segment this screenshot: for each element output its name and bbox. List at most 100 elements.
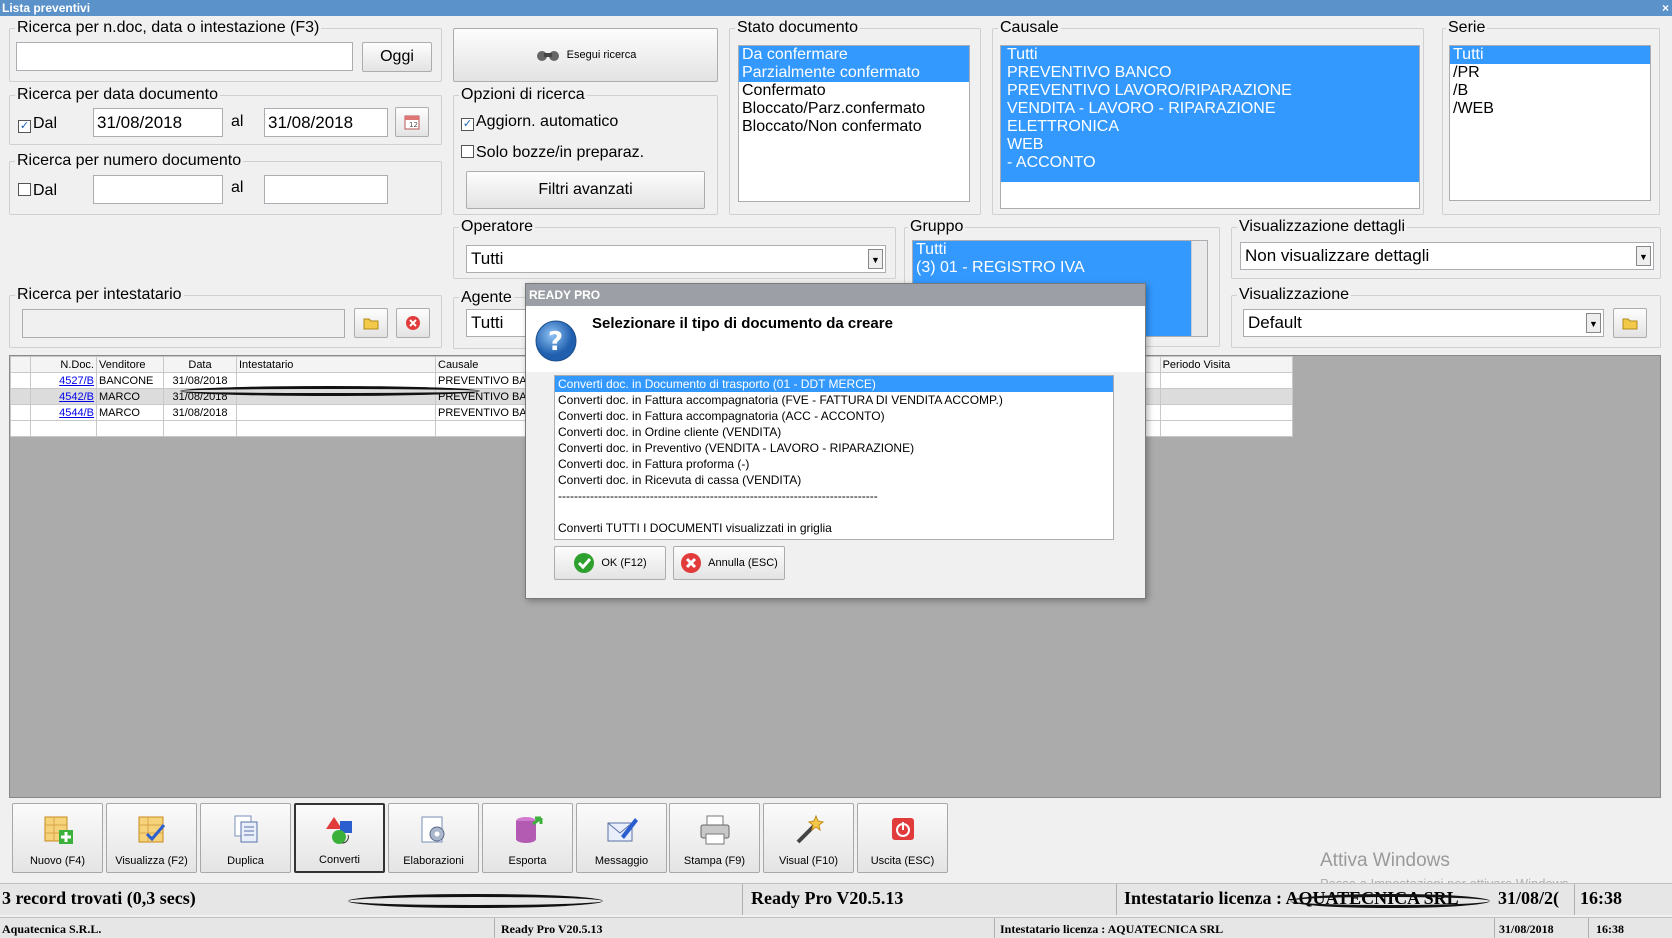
stato-item[interactable]: Confermato (739, 82, 969, 100)
grid-header[interactable]: Venditore (96, 356, 164, 373)
converti-button[interactable]: Converti (294, 803, 385, 873)
dettagli-select[interactable]: Non visualizzare dettagli ▼ (1240, 242, 1654, 270)
operatore-select[interactable]: Tutti ▼ (466, 245, 886, 273)
gruppo-item[interactable]: (3) 01 - REGISTRO IVA (913, 259, 1207, 277)
dialog-question: Selezionare il tipo di documento da crea… (592, 315, 893, 332)
aggiorn-checkbox[interactable]: ✓ Aggiorn. automatico (461, 113, 618, 131)
clear-x-icon (406, 316, 420, 330)
filtri-avanzati-button[interactable]: Filtri avanzati (466, 171, 705, 209)
redaction-scribble (1290, 894, 1490, 908)
stato-item[interactable]: Bloccato/Parz.confermato (739, 100, 969, 118)
date-to-field[interactable]: 31/08/2018 (264, 108, 388, 137)
causale-item[interactable]: - ACCONTO (1004, 154, 1419, 172)
checkbox-checked-icon: ✓ (461, 118, 474, 131)
causale-item[interactable]: ELETTRONICA (1004, 118, 1419, 136)
bozze-label: Solo bozze/in preparaz. (476, 144, 645, 161)
elaborazioni-button[interactable]: Elaborazioni (388, 803, 479, 873)
doc-type-option[interactable]: Converti doc. in Documento di trasporto … (555, 376, 1113, 392)
stampa-label: Stampa (F9) (683, 855, 746, 867)
causale-item[interactable]: WEB (1004, 136, 1419, 154)
doc-type-option[interactable]: Converti doc. in Fattura accompagnatoria… (555, 408, 1113, 424)
doc-type-option[interactable]: Converti doc. in Ordine cliente (VENDITA… (555, 424, 1113, 440)
intest-input[interactable] (22, 309, 345, 338)
stato-label: Stato documento (735, 19, 860, 37)
stato-item[interactable]: Parzialmente confermato (739, 64, 969, 82)
messaggio-button[interactable]: Messaggio (576, 803, 667, 873)
uscita-button[interactable]: Uscita (ESC) (857, 803, 948, 873)
gruppo-scrollbar[interactable] (1191, 241, 1207, 336)
doc-type-option[interactable]: Converti doc. in Fattura accompagnatoria… (555, 392, 1113, 408)
stato-listbox[interactable]: Da confermare Parzialmente confermato Co… (738, 45, 970, 202)
ok-button[interactable]: OK (F12) (554, 546, 666, 580)
serie-item[interactable]: /WEB (1450, 100, 1650, 118)
grid-header[interactable]: Data (163, 356, 237, 373)
visual-select[interactable]: Default ▼ (1243, 309, 1604, 337)
causale-item[interactable]: PREVENTIVO BANCO (1004, 64, 1419, 82)
grid-header[interactable]: Causale (435, 356, 538, 373)
cell-data: 31/08/2018 (163, 372, 237, 389)
calendar-button[interactable]: 12 (395, 107, 429, 137)
exit-power-icon (892, 818, 914, 840)
date-dal-checkbox[interactable]: ✓ Dal (18, 115, 57, 133)
serie-item[interactable]: Tutti (1450, 46, 1650, 64)
date-from-field[interactable]: 31/08/2018 (93, 108, 223, 137)
cell-venditore: MARCO (96, 404, 164, 421)
num-from-field[interactable] (93, 175, 223, 204)
causale-item[interactable]: VENDITA - LAVORO - RIPARAZIONE (1004, 100, 1419, 118)
num-dal-checkbox[interactable]: Dal (18, 182, 57, 200)
agente-value: Tutti (471, 313, 504, 332)
visualizza-button[interactable]: Visualizza (F2) (106, 803, 197, 873)
causale-listbox[interactable]: Tutti PREVENTIVO BANCO PREVENTIVO LAVORO… (1000, 45, 1420, 209)
gruppo-item[interactable]: Tutti (913, 241, 1207, 259)
status-small-version: Ready Pro V20.5.13 (501, 922, 603, 936)
causale-label: Causale (998, 19, 1061, 37)
duplica-button[interactable]: Duplica (200, 803, 291, 873)
doc-link[interactable]: 4544/B (59, 407, 94, 419)
convert-shapes-icon (326, 817, 352, 844)
dialog-title: READY PRO (526, 284, 1145, 306)
serie-listbox[interactable]: Tutti /PR /B /WEB (1449, 45, 1651, 201)
status-separator (994, 918, 995, 938)
grid-header[interactable]: Periodo Visita (1159, 356, 1293, 373)
grid-header[interactable]: N.Doc. (30, 356, 97, 373)
doc-type-option[interactable]: Converti TUTTI I DOCUMENTI visualizzati … (555, 520, 1113, 536)
stato-item[interactable]: Bloccato/Non confermato (739, 118, 969, 136)
close-icon[interactable]: × (1662, 0, 1669, 16)
grid-header[interactable]: Intestatario (236, 356, 436, 373)
new-doc-icon (44, 816, 73, 844)
ndoc-search-input[interactable] (16, 42, 353, 71)
doc-type-option[interactable]: Converti doc. in Fattura proforma (-) (555, 456, 1113, 472)
view-checklist-icon (138, 816, 166, 843)
doc-type-option[interactable]: Converti doc. in Preventivo (VENDITA - L… (555, 440, 1113, 456)
visual-f10-button[interactable]: Visual (F10) (763, 803, 854, 873)
agente-label: Agente (459, 289, 514, 307)
oggi-button[interactable]: Oggi (362, 42, 432, 72)
chevron-down-icon: ▼ (868, 249, 883, 269)
annulla-button[interactable]: Annulla (ESC) (673, 546, 785, 580)
status-separator (1588, 918, 1589, 938)
bozze-checkbox[interactable]: Solo bozze/in preparaz. (461, 144, 644, 162)
grid-corner (10, 356, 31, 373)
serie-item[interactable]: /PR (1450, 64, 1650, 82)
num-to-field[interactable] (264, 175, 388, 204)
esegui-ricerca-button[interactable]: Esegui ricerca (453, 28, 718, 82)
status-small-time: 16:38 (1596, 922, 1624, 936)
intest-browse-button[interactable] (354, 308, 388, 338)
dialog-header: ? Selezionare il tipo di documento da cr… (526, 306, 1145, 372)
doc-link[interactable]: 4527/B (59, 375, 94, 387)
calendar-icon: 12 (404, 115, 420, 130)
doc-type-option[interactable]: Converti doc. in Ricevuta di cassa (VEND… (555, 472, 1113, 488)
causale-item[interactable]: Tutti (1004, 46, 1419, 64)
doc-link[interactable]: 4542/B (59, 391, 94, 403)
nuovo-button[interactable]: Nuovo (F4) (12, 803, 103, 873)
stato-item[interactable]: Da confermare (739, 46, 969, 64)
esporta-button[interactable]: Esporta (482, 803, 573, 873)
window-title: Lista preventivi (2, 1, 91, 15)
redaction-scribble (180, 386, 480, 396)
visual-folder-button[interactable] (1613, 308, 1647, 338)
serie-item[interactable]: /B (1450, 82, 1650, 100)
doc-type-listbox[interactable]: Converti doc. in Documento di trasporto … (554, 375, 1114, 540)
stampa-button[interactable]: Stampa (F9) (669, 803, 760, 873)
causale-item[interactable]: PREVENTIVO LAVORO/RIPARAZIONE (1004, 82, 1419, 100)
intest-clear-button[interactable] (396, 308, 430, 338)
